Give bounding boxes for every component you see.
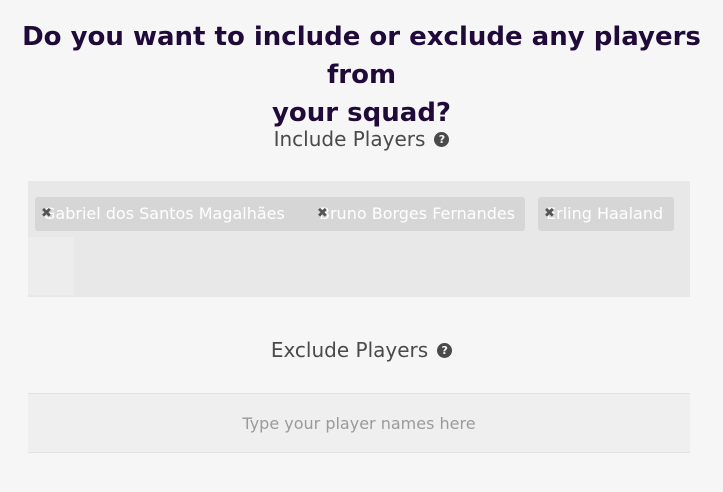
exclude-players-label-text: Exclude Players — [270, 338, 429, 362]
remove-tag-icon[interactable]: ✖ — [41, 197, 52, 231]
player-tag-label: Gabriel dos Santos Magalhães — [43, 204, 285, 223]
remove-tag-icon[interactable]: ✖ — [544, 197, 555, 231]
player-tag-label: Erling Haaland — [546, 204, 664, 223]
player-tag: Gabriel dos Santos Magalhães ✖ — [35, 197, 327, 231]
question-circle-icon[interactable]: ? — [434, 131, 450, 147]
include-players-tag-input[interactable]: Gabriel dos Santos Magalhães ✖ Bruno Bor… — [28, 181, 690, 297]
include-players-text-entry[interactable] — [28, 237, 74, 295]
include-players-label-text: Include Players — [273, 127, 426, 151]
page-question: Do you want to include or exclude any pl… — [0, 18, 723, 132]
include-players-label: Include Players ? — [0, 124, 723, 154]
question-line-1: Do you want to include or exclude any pl… — [22, 22, 701, 90]
player-tag: Bruno Borges Fernandes ✖ — [311, 197, 525, 231]
exclude-players-input[interactable] — [28, 393, 690, 453]
question-circle-icon[interactable]: ? — [437, 342, 453, 358]
player-tag: Erling Haaland ✖ — [538, 197, 674, 231]
player-tag-label: Bruno Borges Fernandes — [319, 204, 516, 223]
exclude-players-label: Exclude Players ? — [0, 335, 723, 365]
remove-tag-icon[interactable]: ✖ — [317, 197, 328, 231]
